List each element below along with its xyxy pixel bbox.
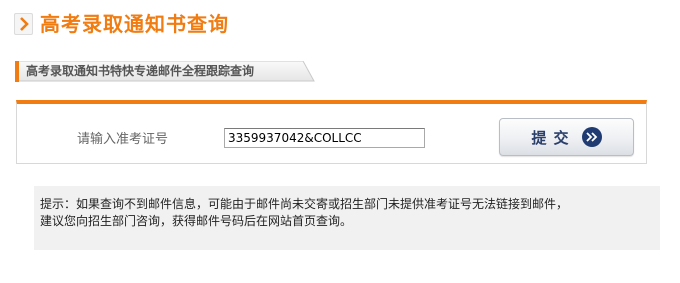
ticket-number-label: 请输入准考证号 [77,132,169,147]
section-tab-label: 高考录取通知书特快专递邮件全程跟踪查询 [26,64,255,78]
ticket-number-input[interactable] [224,128,425,148]
submit-button[interactable]: 提交 [499,118,634,156]
tip-text-line-2: 建议您向招生部门咨询，获得邮件号码后在网站首页查询。 [40,214,353,228]
page-header: 高考录取通知书查询 [14,10,229,38]
submit-button-label: 提交 [531,129,576,147]
section-tab: 高考录取通知书特快专递邮件全程跟踪查询 [15,61,315,82]
query-panel: 请输入准考证号 提交 [16,100,647,164]
tip-text-line-1: 提示：如果查询不到邮件信息，可能由于邮件尚未交寄或招生部门未提供准考证号无法链接… [40,197,569,211]
page-title: 高考录取通知书查询 [40,12,229,36]
double-chevron-right-icon [581,127,602,147]
tip-box: 提示：如果查询不到邮件信息，可能由于邮件尚未交寄或招生部门未提供准考证号无法链接… [34,186,660,250]
chevron-right-icon [14,13,33,35]
